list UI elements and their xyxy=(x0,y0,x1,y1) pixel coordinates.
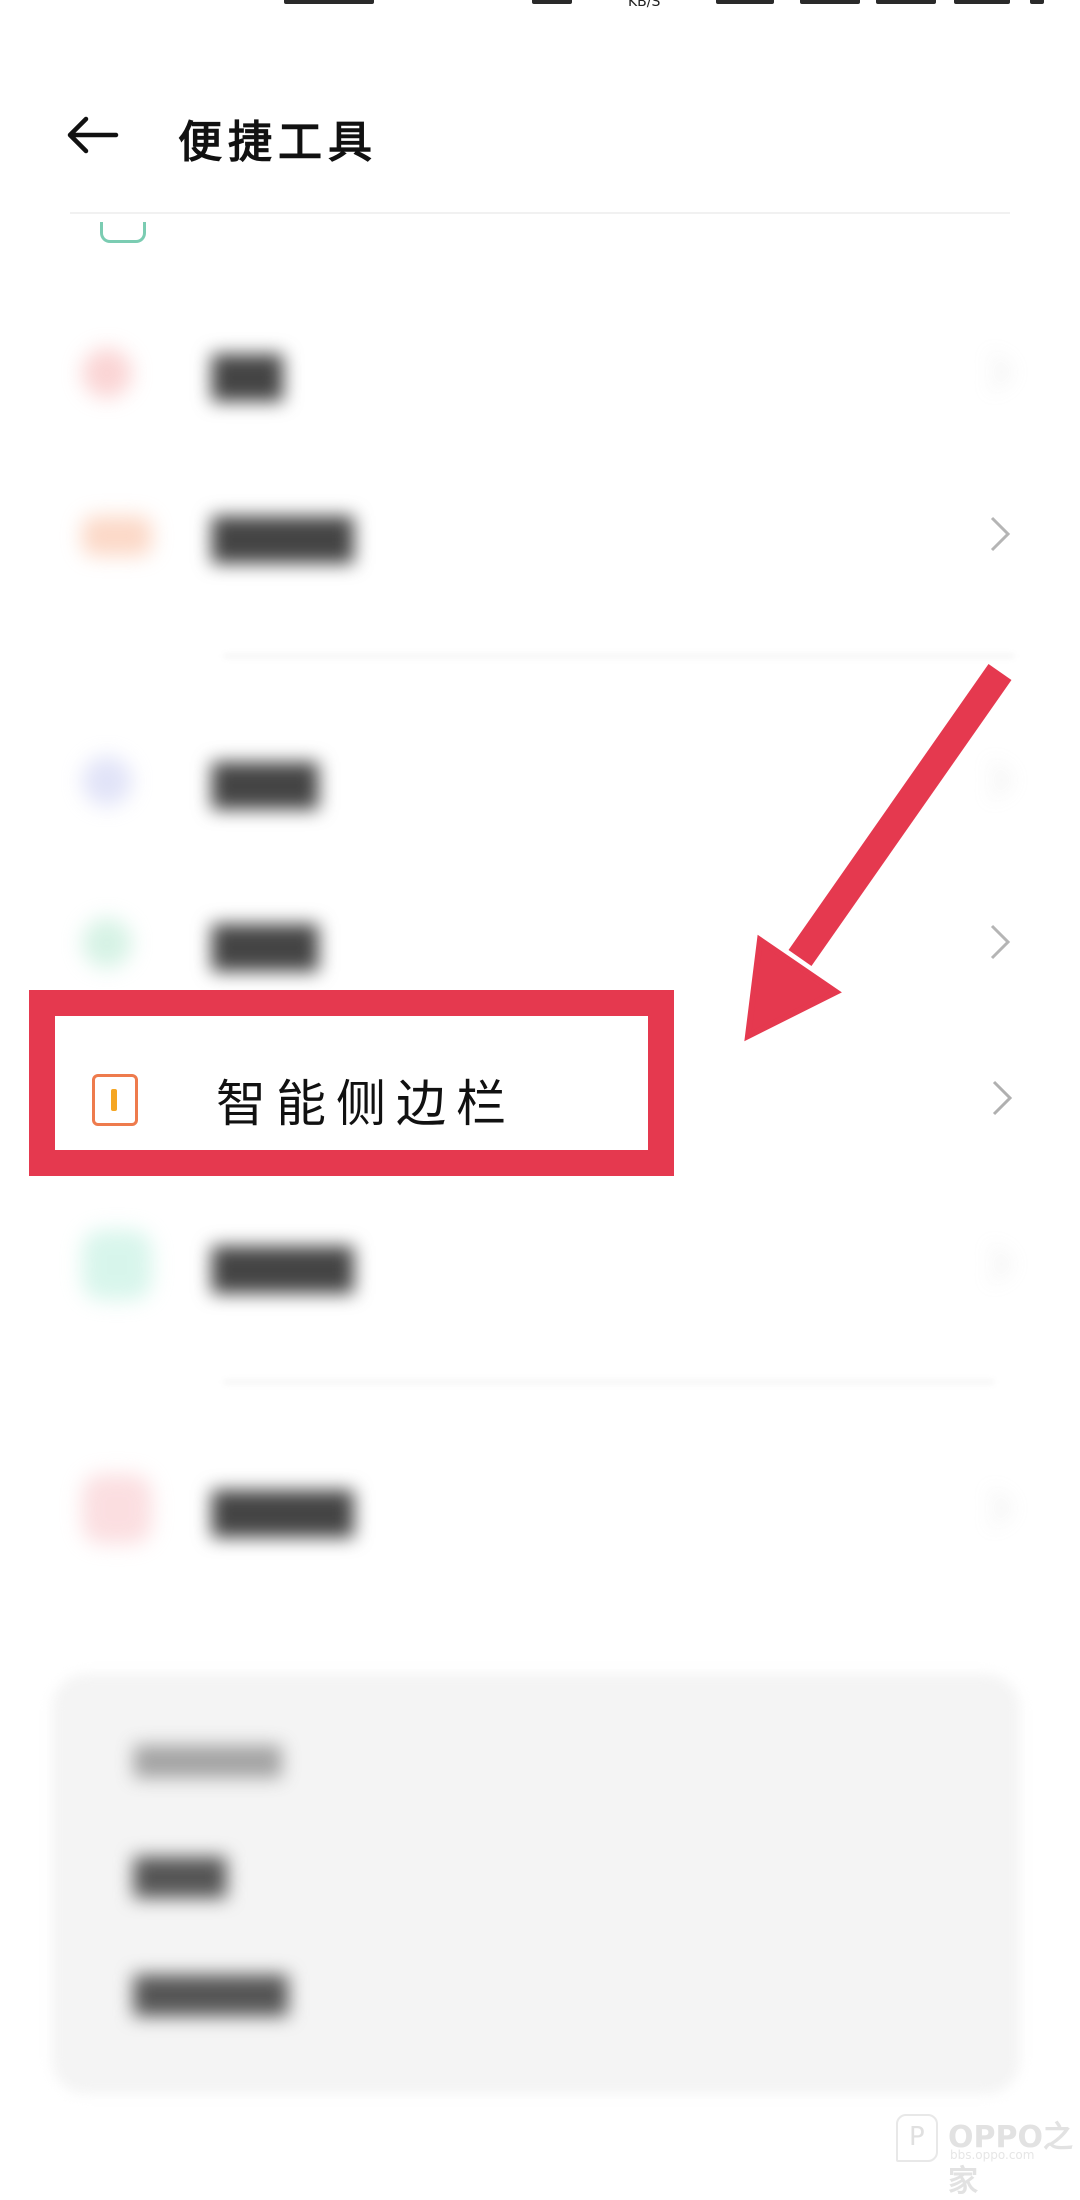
list-item-blurred-5[interactable]: ▇▇▇▇ xyxy=(60,1208,1020,1318)
app-header: 便捷工具 xyxy=(0,90,1080,180)
list-item-icon xyxy=(82,516,152,556)
list-item-label-blurred: ▇▇▇ xyxy=(212,755,319,809)
section-separator xyxy=(224,654,1014,658)
status-bar: KB/S xyxy=(0,0,1080,10)
chevron-right-icon xyxy=(990,1490,1011,1526)
list-item-label-blurred: ▇▇▇▇ xyxy=(212,1239,354,1293)
list-item-blurred-2[interactable]: ▇▇▇▇ xyxy=(60,478,1020,588)
chevron-right-icon xyxy=(992,1080,1013,1116)
chevron-right-icon xyxy=(990,762,1011,798)
list-item-label-blurred: ▇▇▇ xyxy=(212,917,319,971)
list-item-label-blurred: ▇▇▇▇ xyxy=(212,1483,354,1537)
card-link-blurred-2[interactable]: ▇▇▇▇▇ xyxy=(134,1970,288,2016)
arrow-left-icon xyxy=(67,116,119,154)
list-item-icon xyxy=(82,1474,152,1544)
section-separator xyxy=(224,1380,994,1384)
list-item-blurred-4[interactable]: ▇▇▇ xyxy=(60,886,1020,996)
chevron-right-icon xyxy=(990,1246,1011,1282)
list-item-icon xyxy=(82,348,132,398)
back-button[interactable] xyxy=(62,110,122,160)
list-item-icon xyxy=(82,1230,152,1300)
oppo-logo-icon xyxy=(896,2114,938,2162)
page-title: 便捷工具 xyxy=(178,117,378,168)
list-item-icon xyxy=(82,756,132,806)
highlight-box xyxy=(29,990,674,1176)
list-item-blurred-6[interactable]: ▇▇▇▇ xyxy=(60,1452,1020,1562)
chevron-right-icon xyxy=(990,354,1011,390)
list-item-icon xyxy=(82,918,132,968)
list-item-blurred-3[interactable]: ▇▇▇ xyxy=(60,724,1020,834)
network-speed-unit: KB/S xyxy=(628,0,661,10)
chevron-right-icon xyxy=(990,924,1011,960)
chevron-right-icon xyxy=(990,516,1011,552)
card-heading-blurred: ▇▇▇▇▇▇ xyxy=(134,1740,282,1778)
list-item-blurred-1[interactable]: ▇▇ xyxy=(60,316,1020,426)
card-link-blurred-1[interactable]: ▇▇▇ xyxy=(134,1852,226,1898)
header-divider xyxy=(70,212,1010,214)
list-item-label-blurred: ▇▇ xyxy=(212,347,283,401)
watermark-url: bbs.oppo.com xyxy=(950,2148,1035,2162)
partial-list-icon xyxy=(100,222,146,243)
list-item-label-blurred: ▇▇▇▇ xyxy=(212,509,354,563)
watermark: OPPO之家 bbs.oppo.com xyxy=(896,2110,1076,2199)
